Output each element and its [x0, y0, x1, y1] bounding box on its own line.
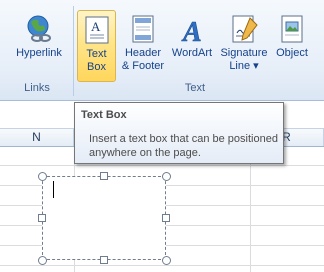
- column-header-n[interactable]: N: [0, 129, 74, 146]
- globe-link-icon: [23, 14, 55, 44]
- resize-handle-bottom-left[interactable]: [38, 256, 47, 265]
- resize-handle-left[interactable]: [38, 214, 46, 222]
- signature-line-button[interactable]: Signature Line ▾: [217, 10, 271, 82]
- ribbon-insert: Hyperlink Links A Text Box Header & Foot…: [0, 0, 324, 101]
- signature-line-label-line2: Line ▾: [229, 60, 259, 72]
- resize-handle-right[interactable]: [162, 214, 170, 222]
- tooltip-description: Insert a text box that can be positioned…: [89, 133, 278, 159]
- wordart-button[interactable]: A WordArt: [168, 10, 216, 82]
- group-divider: [73, 6, 74, 96]
- textbox-icon: A: [81, 15, 113, 45]
- text-box-label-line2: Box: [87, 61, 106, 73]
- resize-handle-top[interactable]: [100, 172, 108, 180]
- text-cursor: [53, 181, 54, 198]
- object-icon: [276, 14, 308, 44]
- svg-text:A: A: [181, 17, 202, 44]
- signature-line-icon: [228, 14, 260, 44]
- text-group-label: Text: [184, 82, 206, 94]
- header-footer-label-line2: & Footer: [121, 60, 165, 72]
- inserted-text-box[interactable]: [42, 176, 166, 260]
- hyperlink-button[interactable]: Hyperlink: [10, 10, 68, 82]
- text-box-tooltip: Text Box Insert a text box that can be p…: [74, 102, 284, 164]
- header-footer-label-line1: Header: [124, 47, 162, 59]
- resize-handle-top-right[interactable]: [162, 172, 171, 181]
- object-label: Object: [276, 47, 308, 59]
- object-button[interactable]: Object: [272, 10, 312, 82]
- text-box-button[interactable]: A Text Box: [77, 10, 116, 82]
- wordart-label: WordArt: [171, 47, 213, 59]
- grid-column-line: [250, 146, 251, 272]
- links-group-label: Links: [24, 82, 50, 94]
- header-footer-icon: [127, 14, 159, 44]
- grid-row-line: [0, 265, 324, 266]
- hyperlink-label: Hyperlink: [16, 47, 62, 59]
- wordart-icon: A: [176, 14, 208, 49]
- grid-row-line: [0, 165, 324, 166]
- text-box-label-line1: Text: [86, 48, 107, 60]
- signature-line-label-line1: Signature: [220, 47, 268, 59]
- svg-text:A: A: [91, 19, 101, 34]
- header-footer-button[interactable]: Header & Footer: [118, 10, 168, 82]
- tooltip-title: Text Box: [81, 109, 127, 121]
- resize-handle-bottom[interactable]: [100, 256, 108, 264]
- resize-handle-top-left[interactable]: [38, 172, 47, 181]
- resize-handle-bottom-right[interactable]: [162, 256, 171, 265]
